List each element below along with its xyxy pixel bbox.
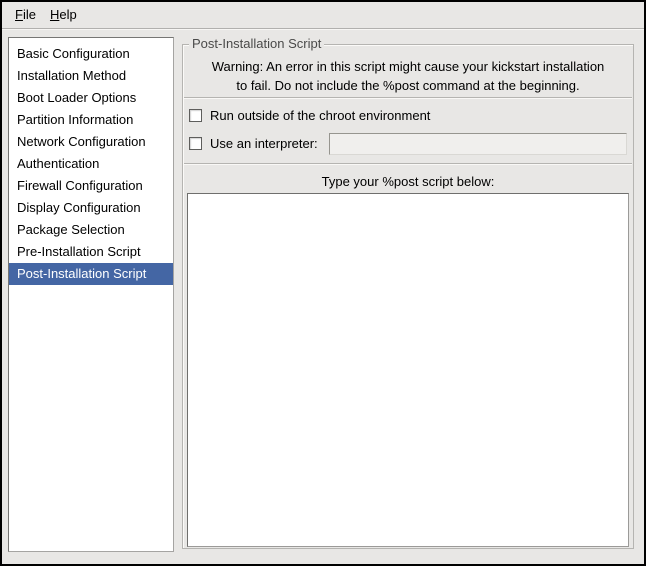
- chroot-checkbox-label: Run outside of the chroot environment: [210, 108, 430, 123]
- warning-line-1: Warning: An error in this script might c…: [183, 57, 633, 76]
- sidebar-item-post-installation-script[interactable]: Post-Installation Script: [9, 263, 173, 285]
- menu-accel: H: [50, 7, 59, 22]
- frame-title: Post-Installation Script: [189, 36, 324, 51]
- menu-item-help[interactable]: Help: [43, 2, 84, 28]
- script-prompt-label: Type your %post script below:: [183, 174, 633, 189]
- sidebar-item-network-configuration[interactable]: Network Configuration: [9, 131, 173, 153]
- interpreter-checkbox[interactable]: [189, 137, 202, 150]
- window: FileHelp Basic ConfigurationInstallation…: [0, 0, 646, 566]
- interpreter-checkbox-label: Use an interpreter:: [210, 136, 318, 151]
- menu-accel: F: [15, 7, 23, 22]
- sidebar-item-installation-method[interactable]: Installation Method: [9, 65, 173, 87]
- warning-text: Warning: An error in this script might c…: [183, 57, 633, 95]
- sidebar-item-authentication[interactable]: Authentication: [9, 153, 173, 175]
- sidebar-item-firewall-configuration[interactable]: Firewall Configuration: [9, 175, 173, 197]
- separator: [184, 97, 632, 99]
- sidebar-item-pre-installation-script[interactable]: Pre-Installation Script: [9, 241, 173, 263]
- content-frame: Post-Installation Script Warning: An err…: [182, 44, 634, 549]
- sidebar-item-display-configuration[interactable]: Display Configuration: [9, 197, 173, 219]
- interpreter-checkbox-row: Use an interpreter:: [189, 136, 318, 151]
- sidebar-item-basic-configuration[interactable]: Basic Configuration: [9, 43, 173, 65]
- sidebar-item-package-selection[interactable]: Package Selection: [9, 219, 173, 241]
- warning-line-2: to fail. Do not include the %post comman…: [183, 76, 633, 95]
- separator: [184, 163, 632, 165]
- interpreter-input[interactable]: [329, 133, 627, 155]
- menu-bar: FileHelp: [2, 2, 644, 29]
- chroot-checkbox[interactable]: [189, 109, 202, 122]
- chroot-checkbox-row: Run outside of the chroot environment: [189, 108, 430, 123]
- menu-item-file[interactable]: File: [8, 2, 43, 28]
- sidebar-item-partition-information[interactable]: Partition Information: [9, 109, 173, 131]
- script-textarea[interactable]: [187, 193, 629, 547]
- sidebar-item-boot-loader-options[interactable]: Boot Loader Options: [9, 87, 173, 109]
- sidebar-list[interactable]: Basic ConfigurationInstallation MethodBo…: [8, 37, 174, 552]
